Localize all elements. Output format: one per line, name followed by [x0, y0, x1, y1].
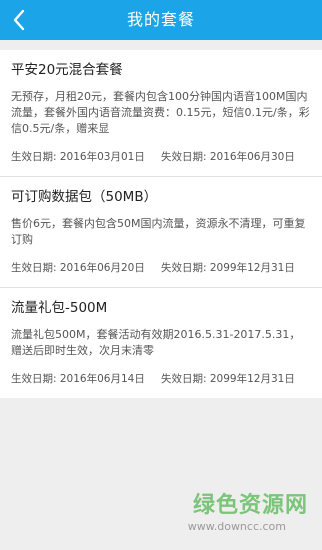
package-description: 无预存，月租20元，套餐内包含100分钟国内语音100M国内流量，套餐外国内语音… [11, 90, 310, 135]
package-name: 平安20元混合套餐 [11, 62, 123, 78]
package-name: 可订购数据包（50MB） [11, 189, 158, 205]
package-description: 售价6元，套餐内包含50M国内流量，资源永不清理，可重复订购 [11, 217, 306, 246]
watermark-url: www.downcc.com [187, 520, 286, 533]
expiry-date: 失效日期: 2099年12月31日 [161, 373, 295, 385]
package-name: 流量礼包-500M [11, 300, 108, 316]
watermark: 绿色资源网 www.downcc.com [188, 492, 308, 534]
app-header: 我的套餐 [0, 0, 322, 40]
effective-date: 生效日期: 2016年06月14日 [11, 373, 145, 385]
package-description: 流量礼包500M，套餐活动有效期2016.5.31-2017.5.31，赠送后即… [11, 328, 301, 357]
expiry-date: 失效日期: 2099年12月31日 [161, 262, 295, 274]
package-card[interactable]: 流量礼包-500M 流量礼包500M，套餐活动有效期2016.5.31-2017… [0, 288, 322, 398]
expiry-date: 失效日期: 2016年06月30日 [161, 151, 295, 163]
package-dates: 生效日期: 2016年06月20日 失效日期: 2099年12月31日 [11, 260, 311, 287]
watermark-text: 绿色资源网 [192, 493, 308, 518]
package-list: 平安20元混合套餐 无预存，月租20元，套餐内包含100分钟国内语音100M国内… [0, 50, 322, 398]
package-card[interactable]: 平安20元混合套餐 无预存，月租20元，套餐内包含100分钟国内语音100M国内… [0, 50, 322, 177]
package-dates: 生效日期: 2016年06月14日 失效日期: 2099年12月31日 [11, 371, 311, 398]
effective-date: 生效日期: 2016年06月20日 [11, 262, 145, 274]
package-dates: 生效日期: 2016年03月01日 失效日期: 2016年06月30日 [11, 149, 311, 176]
effective-date: 生效日期: 2016年03月01日 [11, 151, 145, 163]
page-title: 我的套餐 [126, 10, 195, 29]
package-card[interactable]: 可订购数据包（50MB） 售价6元，套餐内包含50M国内流量，资源永不清理，可重… [0, 177, 322, 288]
